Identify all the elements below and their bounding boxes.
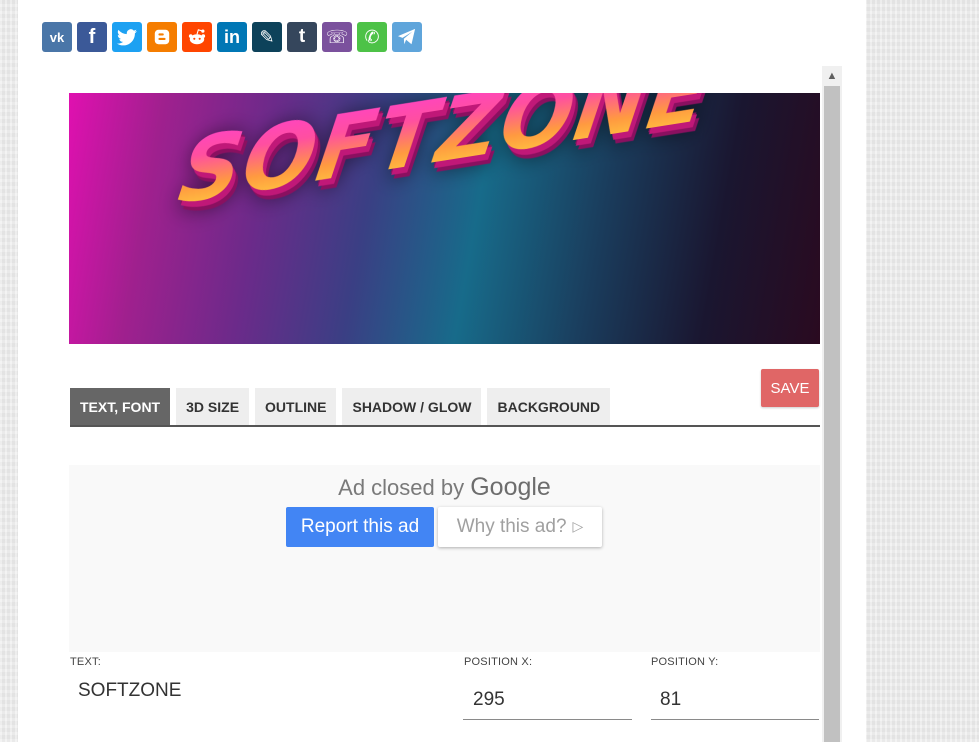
whatsapp-icon: ✆ <box>364 26 380 48</box>
tab-text-font[interactable]: TEXT, FONT <box>70 388 171 426</box>
share-bar: vk f in ✎ t ☏ ✆ <box>42 22 422 52</box>
position-x-input[interactable] <box>463 680 632 720</box>
viber-icon: ☏ <box>325 26 349 48</box>
share-reddit-button[interactable] <box>182 22 212 52</box>
telegram-icon <box>398 28 416 45</box>
tab-outline[interactable]: OUTLINE <box>255 388 337 426</box>
save-button[interactable]: SAVE <box>761 369 819 407</box>
banner-3d-text: SOFTZONE <box>173 93 718 225</box>
share-livejournal-button[interactable]: ✎ <box>252 22 282 52</box>
share-blogger-button[interactable] <box>147 22 177 52</box>
share-vk-button[interactable]: vk <box>42 22 72 52</box>
why-this-ad-button[interactable]: Why this ad? ▷ <box>438 507 602 547</box>
facebook-icon: f <box>88 25 96 48</box>
ad-container: Ad closed by Google Report this ad Why t… <box>69 465 820 652</box>
livejournal-icon: ✎ <box>259 26 275 48</box>
scroll-up-arrow-icon[interactable]: ▲ <box>822 66 842 86</box>
position-x-label: POSITION X: <box>464 656 533 668</box>
text-field-label: TEXT: <box>70 656 101 668</box>
tab-3d-size[interactable]: 3D SIZE <box>176 388 250 426</box>
position-y-input[interactable] <box>651 680 819 720</box>
share-whatsapp-button[interactable]: ✆ <box>357 22 387 52</box>
ad-closed-notice: Ad closed by Google <box>69 473 820 502</box>
share-facebook-button[interactable]: f <box>77 22 107 52</box>
google-logo: Google <box>470 473 551 501</box>
share-twitter-button[interactable] <box>112 22 142 52</box>
report-ad-button[interactable]: Report this ad <box>286 507 434 547</box>
share-viber-button[interactable]: ☏ <box>322 22 352 52</box>
tabs-divider <box>70 425 820 427</box>
adchoices-icon: ▷ <box>572 519 584 535</box>
ad-closed-text: Ad closed by <box>338 475 471 500</box>
text-field-value[interactable]: SOFTZONE <box>78 680 181 702</box>
share-tumblr-button[interactable]: t <box>287 22 317 52</box>
tab-background[interactable]: BACKGROUND <box>487 388 611 426</box>
blogger-icon <box>154 29 170 45</box>
editor-tabs: TEXT, FONT 3D SIZE OUTLINE SHADOW / GLOW… <box>70 388 611 426</box>
vk-icon: vk <box>49 29 65 45</box>
tumblr-icon: t <box>298 26 306 47</box>
tab-shadow-glow[interactable]: SHADOW / GLOW <box>342 388 482 426</box>
scrollbar-thumb[interactable] <box>824 86 840 742</box>
twitter-icon <box>117 28 137 45</box>
share-telegram-button[interactable] <box>392 22 422 52</box>
text-preview-banner: SOFTZONE <box>69 93 820 344</box>
share-linkedin-button[interactable]: in <box>217 22 247 52</box>
position-y-label: POSITION Y: <box>651 656 719 668</box>
reddit-icon <box>188 29 206 45</box>
why-this-ad-label: Why this ad? <box>456 516 567 537</box>
linkedin-icon: in <box>224 26 240 47</box>
